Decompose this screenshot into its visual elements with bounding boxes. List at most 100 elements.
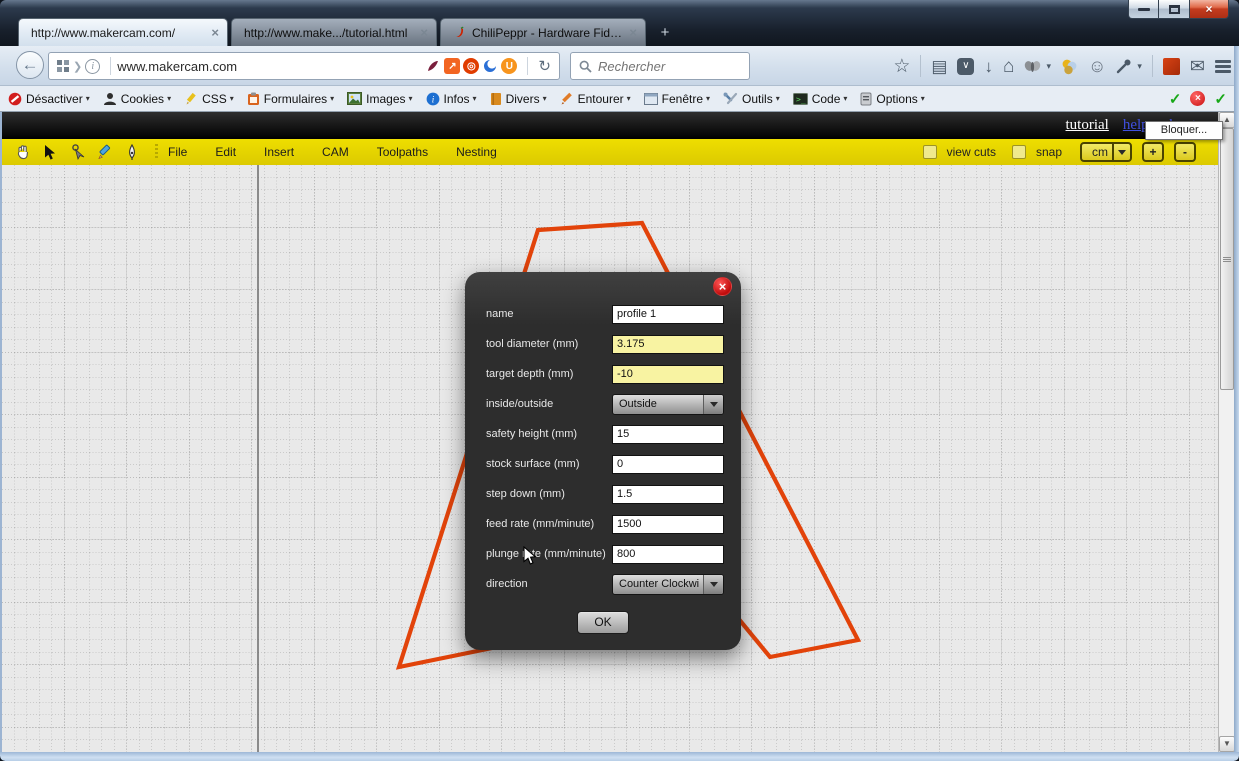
reading-list-icon[interactable]: ▤: [931, 58, 947, 75]
stock-surface-input[interactable]: [612, 455, 724, 474]
info-icon[interactable]: i: [85, 59, 100, 74]
tab-makercam[interactable]: http://www.makercam.com/ ×: [18, 18, 228, 46]
scroll-down-button[interactable]: ▼: [1219, 736, 1235, 752]
menu-nesting[interactable]: Nesting: [456, 145, 497, 159]
view-options: view cuts snap cm + -: [923, 142, 1196, 162]
menu-file[interactable]: File: [168, 145, 187, 159]
swirl-addon-icon[interactable]: [482, 58, 498, 74]
devbar-item-miscellaneous[interactable]: Divers▾: [490, 92, 547, 106]
window-border-left: [0, 112, 2, 752]
url-text[interactable]: www.makercam.com: [117, 59, 425, 74]
field-row-name: name: [465, 299, 741, 329]
close-window-button[interactable]: ×: [1190, 0, 1229, 19]
snap-checkbox[interactable]: [1012, 145, 1026, 159]
smiley-icon[interactable]: ☺: [1088, 57, 1106, 75]
tutorial-link[interactable]: tutorial: [1066, 117, 1109, 134]
direction-dropdown[interactable]: Counter Clockwi: [612, 574, 724, 595]
view-cuts-label: view cuts: [947, 145, 996, 159]
devbar-item-disable[interactable]: Désactiver▾: [8, 92, 90, 106]
valid-check-icon[interactable]: ✓: [1169, 90, 1182, 108]
ok-button[interactable]: OK: [577, 611, 629, 634]
clipboard-icon: [247, 92, 260, 106]
menu-edit[interactable]: Edit: [215, 145, 236, 159]
view-cuts-checkbox[interactable]: [923, 145, 937, 159]
devbar-item-information[interactable]: i Infos▾: [426, 92, 477, 106]
tool-diameter-input[interactable]: [612, 335, 724, 354]
select-tool-icon[interactable]: [41, 143, 60, 162]
pencil-tool-icon[interactable]: [95, 143, 114, 162]
error-icon[interactable]: ×: [1190, 91, 1205, 106]
minimize-button[interactable]: [1128, 0, 1159, 19]
site-identity-button[interactable]: ❯ i: [49, 59, 104, 74]
feed-rate-input[interactable]: [612, 515, 724, 534]
node-select-tool-icon[interactable]: [68, 143, 87, 162]
downloads-icon[interactable]: ↓: [984, 58, 993, 75]
chevron-down-icon[interactable]: ▾: [1046, 61, 1051, 72]
plunge-rate-input[interactable]: [612, 545, 724, 564]
devbar-item-images[interactable]: Images▾: [347, 92, 412, 106]
menu-insert[interactable]: Insert: [264, 145, 294, 159]
devbar-item-tools[interactable]: Outils▾: [723, 92, 780, 106]
units-dropdown[interactable]: cm: [1080, 142, 1132, 162]
zoom-in-button[interactable]: +: [1142, 142, 1164, 162]
mouse-cursor: [523, 546, 537, 571]
url-bar[interactable]: ❯ i www.makercam.com ↗ ◎ U ↻: [48, 52, 560, 80]
window-controls: ×: [1128, 0, 1229, 19]
step-down-input[interactable]: [612, 485, 724, 504]
devbar-item-cookies[interactable]: Cookies▾: [103, 92, 171, 106]
devbar-item-options[interactable]: Options▾: [860, 92, 924, 106]
pocket-icon[interactable]: ∨: [957, 58, 974, 75]
field-label: feed rate (mm/minute): [486, 518, 612, 530]
devbar-item-outline[interactable]: Entourer▾: [560, 92, 631, 106]
tab-strip: http://www.makercam.com/ × http://www.ma…: [18, 17, 677, 46]
red-square-addon-icon[interactable]: [1163, 58, 1180, 75]
bookmark-star-icon[interactable]: ☆: [893, 57, 910, 76]
tab-close-icon[interactable]: ×: [211, 25, 219, 40]
svg-text:>_: >_: [796, 95, 806, 104]
menu-cam[interactable]: CAM: [322, 145, 349, 159]
reload-icon[interactable]: ↻: [538, 57, 551, 75]
inside-outside-dropdown[interactable]: Outside: [612, 394, 724, 415]
tab-close-icon[interactable]: ×: [420, 25, 428, 40]
downloadhelper-icon[interactable]: [1061, 58, 1078, 75]
back-button[interactable]: ←: [16, 51, 44, 79]
toolbar-icons: ☆ ▤ ∨ ↓ ⌂ ▾ ☺ ▾ ✉: [893, 51, 1231, 81]
devbar-item-forms[interactable]: Formulaires▾: [247, 92, 334, 106]
chevron-down-icon[interactable]: ▾: [1137, 61, 1142, 72]
devbar-item-view-source[interactable]: >_ Code▾: [793, 92, 848, 106]
moth-addon-icon[interactable]: [1024, 59, 1041, 74]
home-icon[interactable]: ⌂: [1003, 57, 1014, 76]
safety-height-input[interactable]: [612, 425, 724, 444]
valid-check-icon[interactable]: ✓: [1214, 90, 1227, 108]
scrollbar-thumb[interactable]: [1220, 128, 1234, 390]
name-input[interactable]: [612, 305, 724, 324]
new-tab-button[interactable]: +: [653, 23, 677, 43]
search-bar[interactable]: [570, 52, 750, 80]
pen-tool-icon[interactable]: [122, 143, 141, 162]
field-row-inside-outside: inside/outside Outside: [465, 389, 741, 419]
search-input[interactable]: [598, 59, 728, 74]
maximize-button[interactable]: [1159, 0, 1190, 19]
vertical-scrollbar[interactable]: ▲ ▼: [1218, 112, 1234, 752]
mail-icon[interactable]: ✉: [1190, 57, 1205, 75]
dialog-close-button[interactable]: ×: [713, 277, 732, 296]
circle-addon-icon[interactable]: ◎: [463, 58, 479, 74]
arrow-addon-icon[interactable]: ↗: [444, 58, 460, 74]
devbar-item-resize[interactable]: Fenêtre▾: [644, 92, 710, 106]
feather-addon-icon[interactable]: [425, 58, 441, 74]
eyedropper-icon[interactable]: [1116, 58, 1132, 74]
pan-tool-icon[interactable]: [14, 143, 33, 162]
target-depth-input[interactable]: [612, 365, 724, 384]
menu-toolpaths[interactable]: Toolpaths: [377, 145, 428, 159]
divider: [1152, 55, 1153, 77]
smiley-addon-icon[interactable]: U: [501, 58, 517, 74]
menu-bar: File Edit Insert CAM Toolpaths Nesting: [168, 145, 497, 159]
menu-icon[interactable]: [1215, 60, 1231, 73]
tab-close-icon[interactable]: ×: [629, 25, 637, 40]
close-icon: ×: [1205, 2, 1212, 16]
zoom-out-button[interactable]: -: [1174, 142, 1196, 162]
tab-chilipeppr[interactable]: ChiliPeppr - Hardware Fiddle ×: [440, 18, 646, 46]
profile-parameters-dialog: × name tool diameter (mm) target depth (…: [465, 272, 741, 650]
tab-tutorial[interactable]: http://www.make.../tutorial.html ×: [231, 18, 437, 46]
devbar-item-css[interactable]: CSS▾: [184, 92, 234, 106]
